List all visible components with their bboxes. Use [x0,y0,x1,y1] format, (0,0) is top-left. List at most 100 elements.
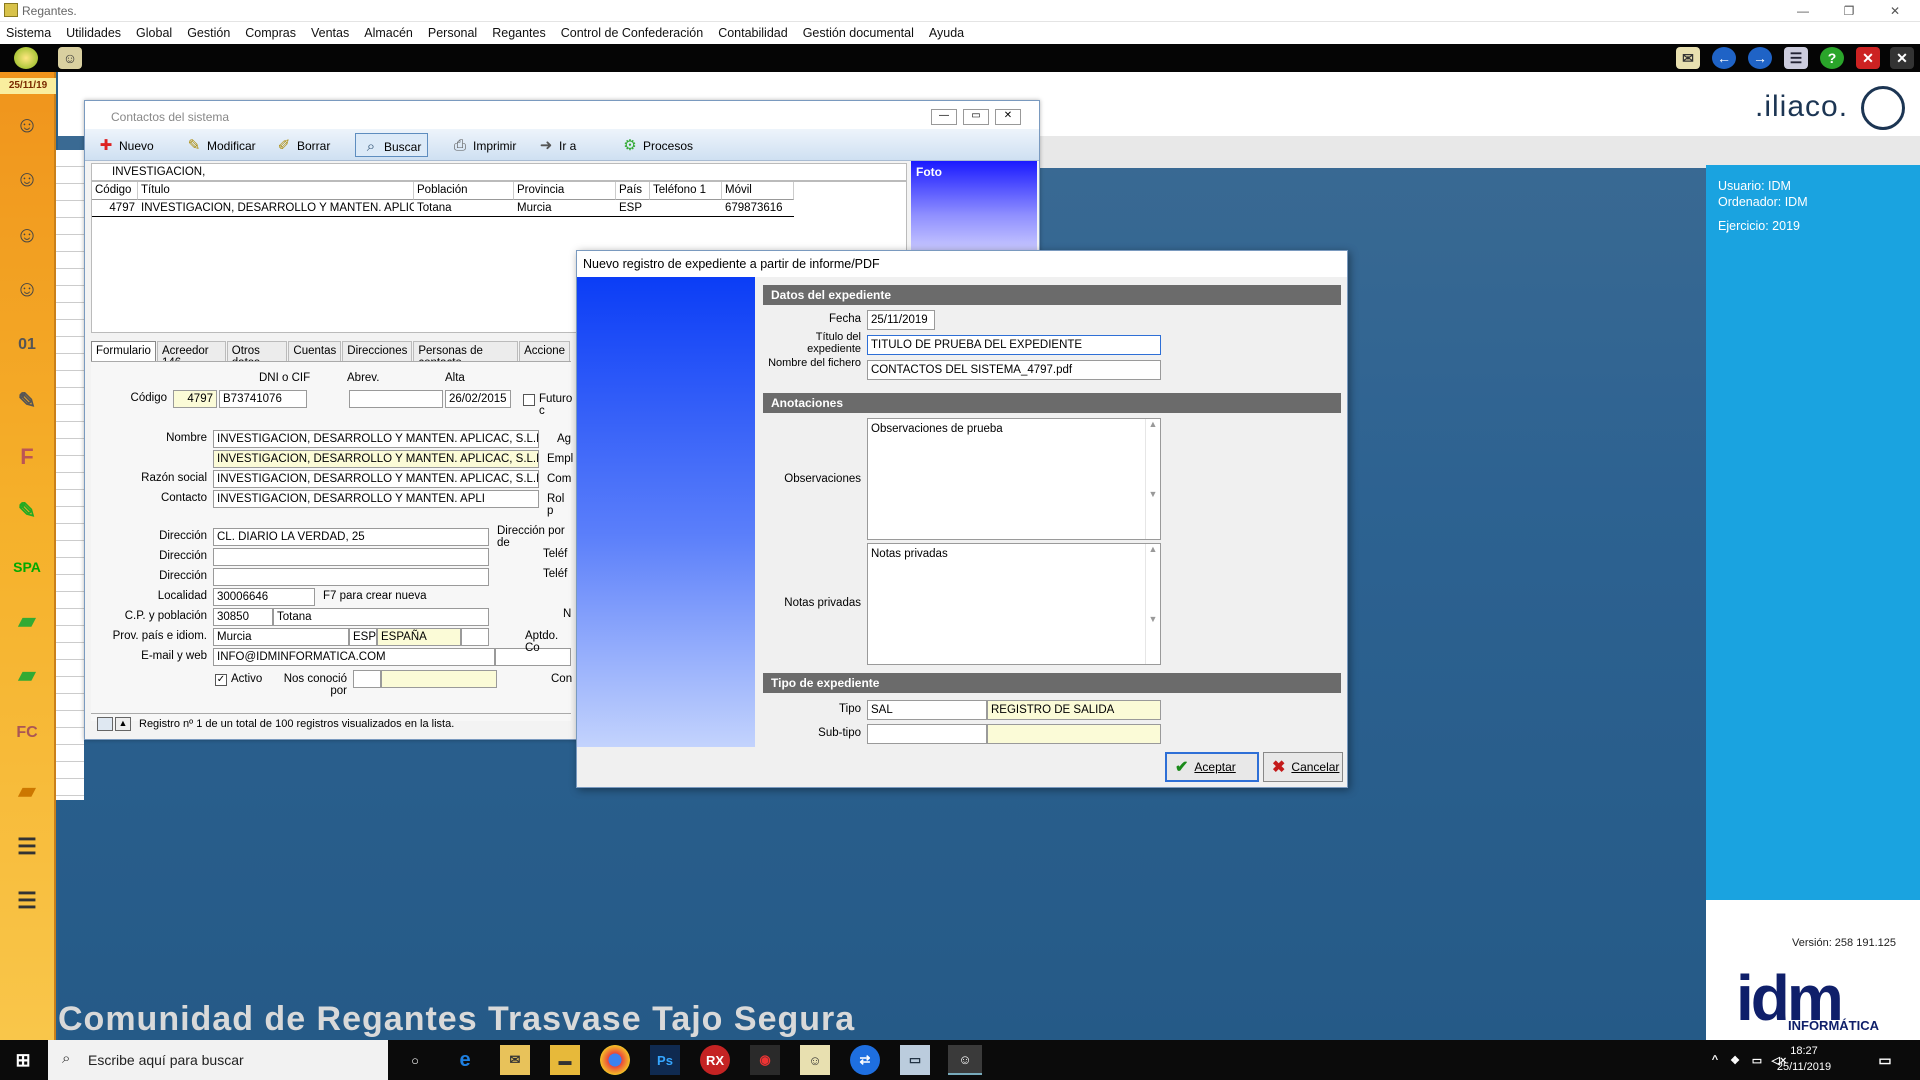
edit-document-icon[interactable]: ✎ [6,490,48,532]
menu-compras[interactable]: Compras [245,26,296,40]
nos-conocio-code[interactable] [353,670,381,688]
tools-icon[interactable]: ✎ [6,380,48,422]
direccion-2-field[interactable] [213,548,489,566]
borrar-button[interactable]: ✐ Borrar [269,133,336,157]
pais-code-field[interactable]: ESP [349,628,377,646]
menu-regantes[interactable]: Regantes [492,26,546,40]
contact-a-icon[interactable]: ☺ [6,158,48,200]
contacts-close-button[interactable]: ✕ [995,109,1021,125]
cp-field[interactable]: 30850 [213,608,273,626]
provincia-field[interactable]: Murcia [213,628,349,646]
futuro-checkbox[interactable] [523,394,535,406]
list-icon[interactable]: ☰ [6,826,48,868]
mail-app-icon[interactable]: ✉ [500,1045,530,1075]
menu-sistema[interactable]: Sistema [6,26,51,40]
email-field[interactable]: INFO@IDMINFORMATICA.COM [213,648,495,666]
procesos-button[interactable]: ⚙ Procesos [615,133,699,157]
tab-otros-datos[interactable]: Otros datos [226,341,288,369]
poblacion-field[interactable]: Totana [273,608,489,626]
fichero-field[interactable]: CONTACTOS DEL SISTEMA_4797.pdf [867,360,1161,380]
menu-personal[interactable]: Personal [428,26,477,40]
cell-provincia[interactable]: Murcia [514,200,616,217]
windows-list-icon[interactable]: ☰ [1784,47,1808,69]
col-titulo[interactable]: Título [138,182,414,200]
exit-icon[interactable]: ✕ [1890,47,1914,69]
col-codigo[interactable]: Código [92,182,138,200]
folder-green-icon[interactable]: ▰ [6,600,48,642]
subtipo-desc-field[interactable] [987,724,1161,744]
tab-acreedor[interactable]: Acreedor 146 [156,341,226,369]
taskbar-clock[interactable]: 18:27 25/11/2019 [1772,1043,1836,1075]
fc-icon[interactable]: FC [6,712,48,754]
folder-green-2-icon[interactable]: ▰ [6,654,48,696]
nombre-field[interactable]: INVESTIGACION, DESARROLLO Y MANTEN. APLI… [213,430,539,448]
sepa-icon[interactable]: SPA [6,546,48,588]
invoice-icon[interactable]: F [6,436,48,478]
nos-conocio-field[interactable] [381,670,497,688]
help-icon[interactable]: ? [1820,47,1844,69]
close-button[interactable]: ✕ [1872,0,1918,22]
razon-social-field[interactable]: INVESTIGACION, DESARROLLO Y MANTEN. APLI… [213,470,539,488]
cell-titulo[interactable]: INVESTIGACION, DESARROLLO Y MANTEN. APLI… [138,200,414,217]
col-telefono[interactable]: Teléfono 1 [650,182,722,200]
col-pais[interactable]: País [616,182,650,200]
notas-textarea[interactable]: Notas privadas ▲ ▼ [867,543,1161,665]
explorer-icon[interactable]: ▬ [550,1045,580,1075]
edge-icon[interactable]: e [450,1045,480,1075]
direccion-field[interactable]: CL. DIARIO LA VERDAD, 25 [213,528,489,546]
col-poblacion[interactable]: Población [414,182,514,200]
tab-formulario[interactable]: Formulario [91,341,156,361]
menu-ventas[interactable]: Ventas [311,26,349,40]
col-movil[interactable]: Móvil [722,182,794,200]
fecha-field[interactable]: 25/11/2019 [867,310,935,330]
contacto-field[interactable]: INVESTIGACION, DESARROLLO Y MANTEN. APLI [213,490,539,508]
teamviewer-icon[interactable]: ⇄ [850,1045,880,1075]
cell-movil[interactable]: 679873616 [722,200,794,217]
tab-direcciones[interactable]: Direcciones [342,341,413,361]
rx-icon[interactable]: RX [700,1045,730,1075]
back-arrow-icon[interactable]: ← [1712,47,1736,69]
menu-utilidades[interactable]: Utilidades [66,26,121,40]
observaciones-scrollbar[interactable]: ▲ ▼ [1145,419,1160,539]
tab-personas-contacto[interactable]: Personas de contacto [413,341,519,369]
cell-pais[interactable]: ESP [616,200,650,217]
titulo-field[interactable]: TITULO DE PRUEBA DEL EXPEDIENTE [867,335,1161,355]
list-2-icon[interactable]: ☰ [6,880,48,922]
idioma-field[interactable] [461,628,489,646]
cell-telefono[interactable] [650,200,722,217]
subtipo-code-field[interactable] [867,724,987,744]
folder-icon[interactable]: ▰ [6,770,48,812]
modificar-button[interactable]: ✎ Modificar [179,133,262,157]
tipo-desc-field[interactable]: REGISTRO DE SALIDA [987,700,1161,720]
menu-gestion-documental[interactable]: Gestión documental [803,26,914,40]
contacts-maximize-button[interactable]: ▭ [963,109,989,125]
menu-ayuda[interactable]: Ayuda [929,26,964,40]
tipo-code-field[interactable]: SAL [867,700,987,720]
nombre-2-field[interactable]: INVESTIGACION, DESARROLLO Y MANTEN. APLI… [213,450,539,468]
task-view-icon[interactable]: ○ [400,1045,430,1075]
codigo-field[interactable]: 4797 [173,390,217,408]
localidad-field[interactable]: 30006646 [213,588,315,606]
activo-checkbox[interactable]: ✓ [215,674,227,686]
nuevo-button[interactable]: ✚ Nuevo [91,133,160,157]
taskbar-search[interactable]: ⌕ Escribe aquí para buscar [48,1040,388,1080]
photoshop-icon[interactable]: Ps [650,1045,680,1075]
direccion-3-field[interactable] [213,568,489,586]
aceptar-button[interactable]: ✔ Aceptar [1165,752,1259,782]
menu-control-confederacion[interactable]: Control de Confederación [561,26,703,40]
chrome-icon[interactable] [600,1045,630,1075]
window-app-icon[interactable]: ▭ [900,1045,930,1075]
minimize-button[interactable]: — [1780,0,1826,22]
menu-contabilidad[interactable]: Contabilidad [718,26,788,40]
ir-a-button[interactable]: ➜ Ir a [531,133,582,157]
regantes-active-icon[interactable]: ☺ [948,1045,982,1075]
abrev-field[interactable] [349,390,443,408]
notas-scrollbar[interactable]: ▲ ▼ [1145,544,1160,664]
home-icon[interactable] [14,47,38,69]
regantes-task-icon[interactable]: ☺ [800,1045,830,1075]
contacts-group-icon[interactable]: ☺ [6,104,48,146]
restore-button[interactable]: ❐ [1826,0,1872,22]
col-provincia[interactable]: Provincia [514,182,616,200]
database-icon[interactable]: 01 [6,324,48,366]
menu-gestion[interactable]: Gestión [187,26,230,40]
